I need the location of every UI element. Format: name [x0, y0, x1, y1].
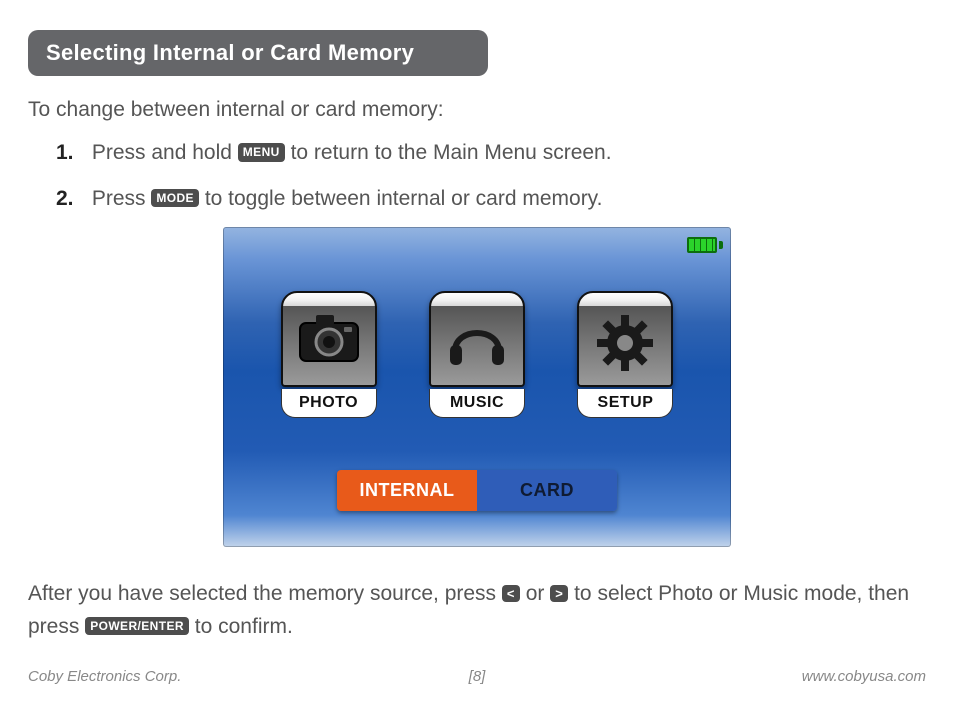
memory-option-internal[interactable]: INTERNAL [337, 470, 477, 511]
manual-page: Selecting Internal or Card Memory To cha… [0, 0, 954, 703]
page-number: [8] [469, 668, 486, 685]
setup-tile[interactable]: SETUP [565, 291, 685, 420]
step-text-post: to toggle between internal or card memor… [205, 187, 603, 210]
tile-label: SETUP [577, 389, 673, 418]
mode-key-icon: MODE [151, 189, 199, 207]
footer-url: www.cobyusa.com [802, 668, 926, 685]
music-tile[interactable]: MUSIC [417, 291, 537, 420]
intro-text: To change between internal or card memor… [28, 98, 926, 122]
section-heading: Selecting Internal or Card Memory [28, 30, 488, 76]
after-t2: or [526, 582, 551, 605]
step-number: 2. [56, 182, 86, 216]
after-t4: to confirm. [195, 615, 293, 638]
right-key-icon: > [550, 585, 568, 603]
step-text-pre: Press and hold [92, 141, 238, 164]
step-1: 1. Press and hold MENU to return to the … [56, 136, 926, 170]
gear-icon [577, 291, 673, 387]
memory-option-card[interactable]: CARD [477, 470, 617, 511]
device-screenshot: PHOTO MUSIC [223, 227, 731, 547]
footer-company: Coby Electronics Corp. [28, 668, 181, 685]
after-text: After you have selected the memory sourc… [28, 578, 926, 643]
steps-list: 1. Press and hold MENU to return to the … [28, 136, 926, 215]
battery-icon [685, 237, 719, 253]
step-text-post: to return to the Main Menu screen. [291, 141, 612, 164]
step-number: 1. [56, 136, 86, 170]
step-text-pre: Press [92, 187, 152, 210]
left-key-icon: < [502, 585, 520, 603]
step-2: 2. Press MODE to toggle between internal… [56, 182, 926, 216]
tile-label: MUSIC [429, 389, 525, 418]
camera-icon [281, 291, 377, 387]
page-footer: Coby Electronics Corp. [8] www.cobyusa.c… [28, 668, 926, 685]
memory-toggle[interactable]: INTERNAL CARD [337, 470, 617, 511]
tile-label: PHOTO [281, 389, 377, 418]
headphones-icon [429, 291, 525, 387]
menu-key-icon: MENU [238, 143, 285, 161]
photo-tile[interactable]: PHOTO [269, 291, 389, 420]
after-t1: After you have selected the memory sourc… [28, 582, 502, 605]
power-enter-key-icon: POWER/ENTER [85, 617, 189, 635]
main-menu-row: PHOTO MUSIC [223, 291, 731, 420]
